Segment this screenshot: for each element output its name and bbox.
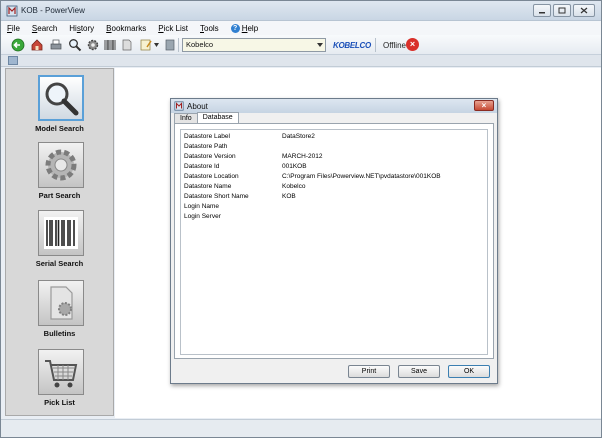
sidebar: Model Search Part Search Serial Search B… <box>5 68 114 416</box>
menu-bookmarks[interactable]: Bookmarks <box>106 24 146 33</box>
toolbar-separator <box>178 38 179 52</box>
properties-list: Datastore Label DataStore2 Datastore Pat… <box>180 129 488 355</box>
gear-icon[interactable] <box>86 38 100 52</box>
notepad-icon[interactable] <box>139 38 153 52</box>
app-logo-icon <box>6 5 18 17</box>
list-item: Login Name <box>184 202 484 212</box>
sidebar-item-bulletins[interactable] <box>38 280 84 326</box>
sidebar-item-label: Serial Search <box>35 259 84 268</box>
search-icon[interactable] <box>68 38 82 52</box>
property-name: Datastore Short Name <box>184 193 249 200</box>
toolbar-separator <box>375 38 376 52</box>
menu-help[interactable]: ? Help <box>230 23 258 33</box>
gear-icon <box>45 149 77 181</box>
dropdown-arrow-icon[interactable] <box>154 43 159 47</box>
property-value: KOB <box>282 193 296 200</box>
sidebar-item-pick-list[interactable] <box>38 349 84 395</box>
barcode-icon <box>44 217 78 249</box>
close-icon <box>580 7 588 14</box>
title-bar: KOB - PowerView <box>1 1 601 21</box>
ok-button[interactable]: OK <box>448 365 490 378</box>
sidebar-item-label: Bulletins <box>43 329 76 338</box>
dialog-title-bar[interactable]: About × <box>171 99 497 113</box>
chevron-down-icon[interactable] <box>317 43 323 47</box>
document-icon <box>50 286 73 320</box>
list-item: Datastore Version MARCH-2012 <box>184 152 484 162</box>
list-item: Datastore Id 001KOB <box>184 162 484 172</box>
status-bar <box>1 419 601 437</box>
panel-toggle-icon[interactable] <box>8 56 18 65</box>
list-item: Datastore Location C:\Program Files\Powe… <box>184 172 484 182</box>
app-window: KOB - PowerView File Search History Book… <box>0 0 602 438</box>
book-icon[interactable] <box>163 38 177 52</box>
toolbar: Kobelco KOBELCO Offline × <box>1 35 601 55</box>
print-button[interactable]: Print <box>348 365 390 378</box>
menu-tools[interactable]: Tools <box>200 24 219 33</box>
barcode-icon[interactable] <box>103 38 117 52</box>
sidebar-item-label: Part Search <box>38 191 81 200</box>
property-name: Datastore Label <box>184 133 230 140</box>
property-value: C:\Program Files\Powerview.NET\pvdatasto… <box>282 173 441 180</box>
window-controls <box>533 4 595 17</box>
restore-button[interactable] <box>553 4 571 17</box>
property-name: Datastore Id <box>184 163 220 170</box>
property-name: Datastore Location <box>184 173 239 180</box>
minimize-icon <box>539 11 545 13</box>
connection-status: Offline <box>383 41 406 50</box>
menu-bar: File Search History Bookmarks Pick List … <box>1 21 601 35</box>
property-name: Datastore Name <box>184 183 232 190</box>
help-icon: ? <box>230 23 240 33</box>
property-name: Datastore Version <box>184 153 236 160</box>
magnifier-icon <box>45 82 79 116</box>
sidebar-item-label: Model Search <box>35 124 84 133</box>
property-value: Kobelco <box>282 183 306 190</box>
property-name: Login Server <box>184 213 221 220</box>
list-item: Datastore Name Kobelco <box>184 182 484 192</box>
menu-pick-list[interactable]: Pick List <box>158 24 188 33</box>
list-item: Datastore Label DataStore2 <box>184 132 484 142</box>
brand-logo: KOBELCO <box>333 41 371 50</box>
list-item: Datastore Path <box>184 142 484 152</box>
close-icon: × <box>481 101 487 110</box>
shopping-cart-icon <box>45 360 78 388</box>
restore-icon <box>558 7 566 14</box>
close-window-button[interactable] <box>573 4 595 17</box>
property-name: Datastore Path <box>184 143 228 150</box>
sidebar-item-label: Pick List <box>44 398 75 407</box>
property-value: 001KOB <box>282 163 307 170</box>
home-icon[interactable] <box>30 38 44 52</box>
dialog-title: About <box>187 102 208 111</box>
print-icon[interactable] <box>49 38 63 52</box>
offline-x-icon[interactable]: × <box>406 38 419 51</box>
property-value: DataStore2 <box>282 133 315 140</box>
list-item: Login Server <box>184 212 484 222</box>
list-item: Datastore Short Name KOB <box>184 192 484 202</box>
property-name: Login Name <box>184 203 220 210</box>
window-title: KOB - PowerView <box>21 6 85 15</box>
app-logo-icon <box>174 101 184 111</box>
bulletin-icon[interactable] <box>120 38 134 52</box>
menu-history[interactable]: History <box>69 24 94 33</box>
sidebar-item-model-search[interactable] <box>38 75 84 121</box>
menu-file[interactable]: File <box>7 24 20 33</box>
secondary-toolbar <box>1 55 601 67</box>
property-value: MARCH-2012 <box>282 153 323 160</box>
menu-search[interactable]: Search <box>32 24 57 33</box>
minimize-button[interactable] <box>533 4 551 17</box>
datastore-select[interactable]: Kobelco <box>182 38 326 52</box>
sidebar-item-part-search[interactable] <box>38 142 84 188</box>
database-tab-panel: Datastore Label DataStore2 Datastore Pat… <box>174 123 494 359</box>
back-arrow-icon[interactable] <box>11 38 25 52</box>
about-dialog: About × Info Database Datastore Label Da… <box>170 98 498 384</box>
save-button[interactable]: Save <box>398 365 440 378</box>
sidebar-item-serial-search[interactable] <box>38 210 84 256</box>
dialog-close-button[interactable]: × <box>474 100 494 111</box>
